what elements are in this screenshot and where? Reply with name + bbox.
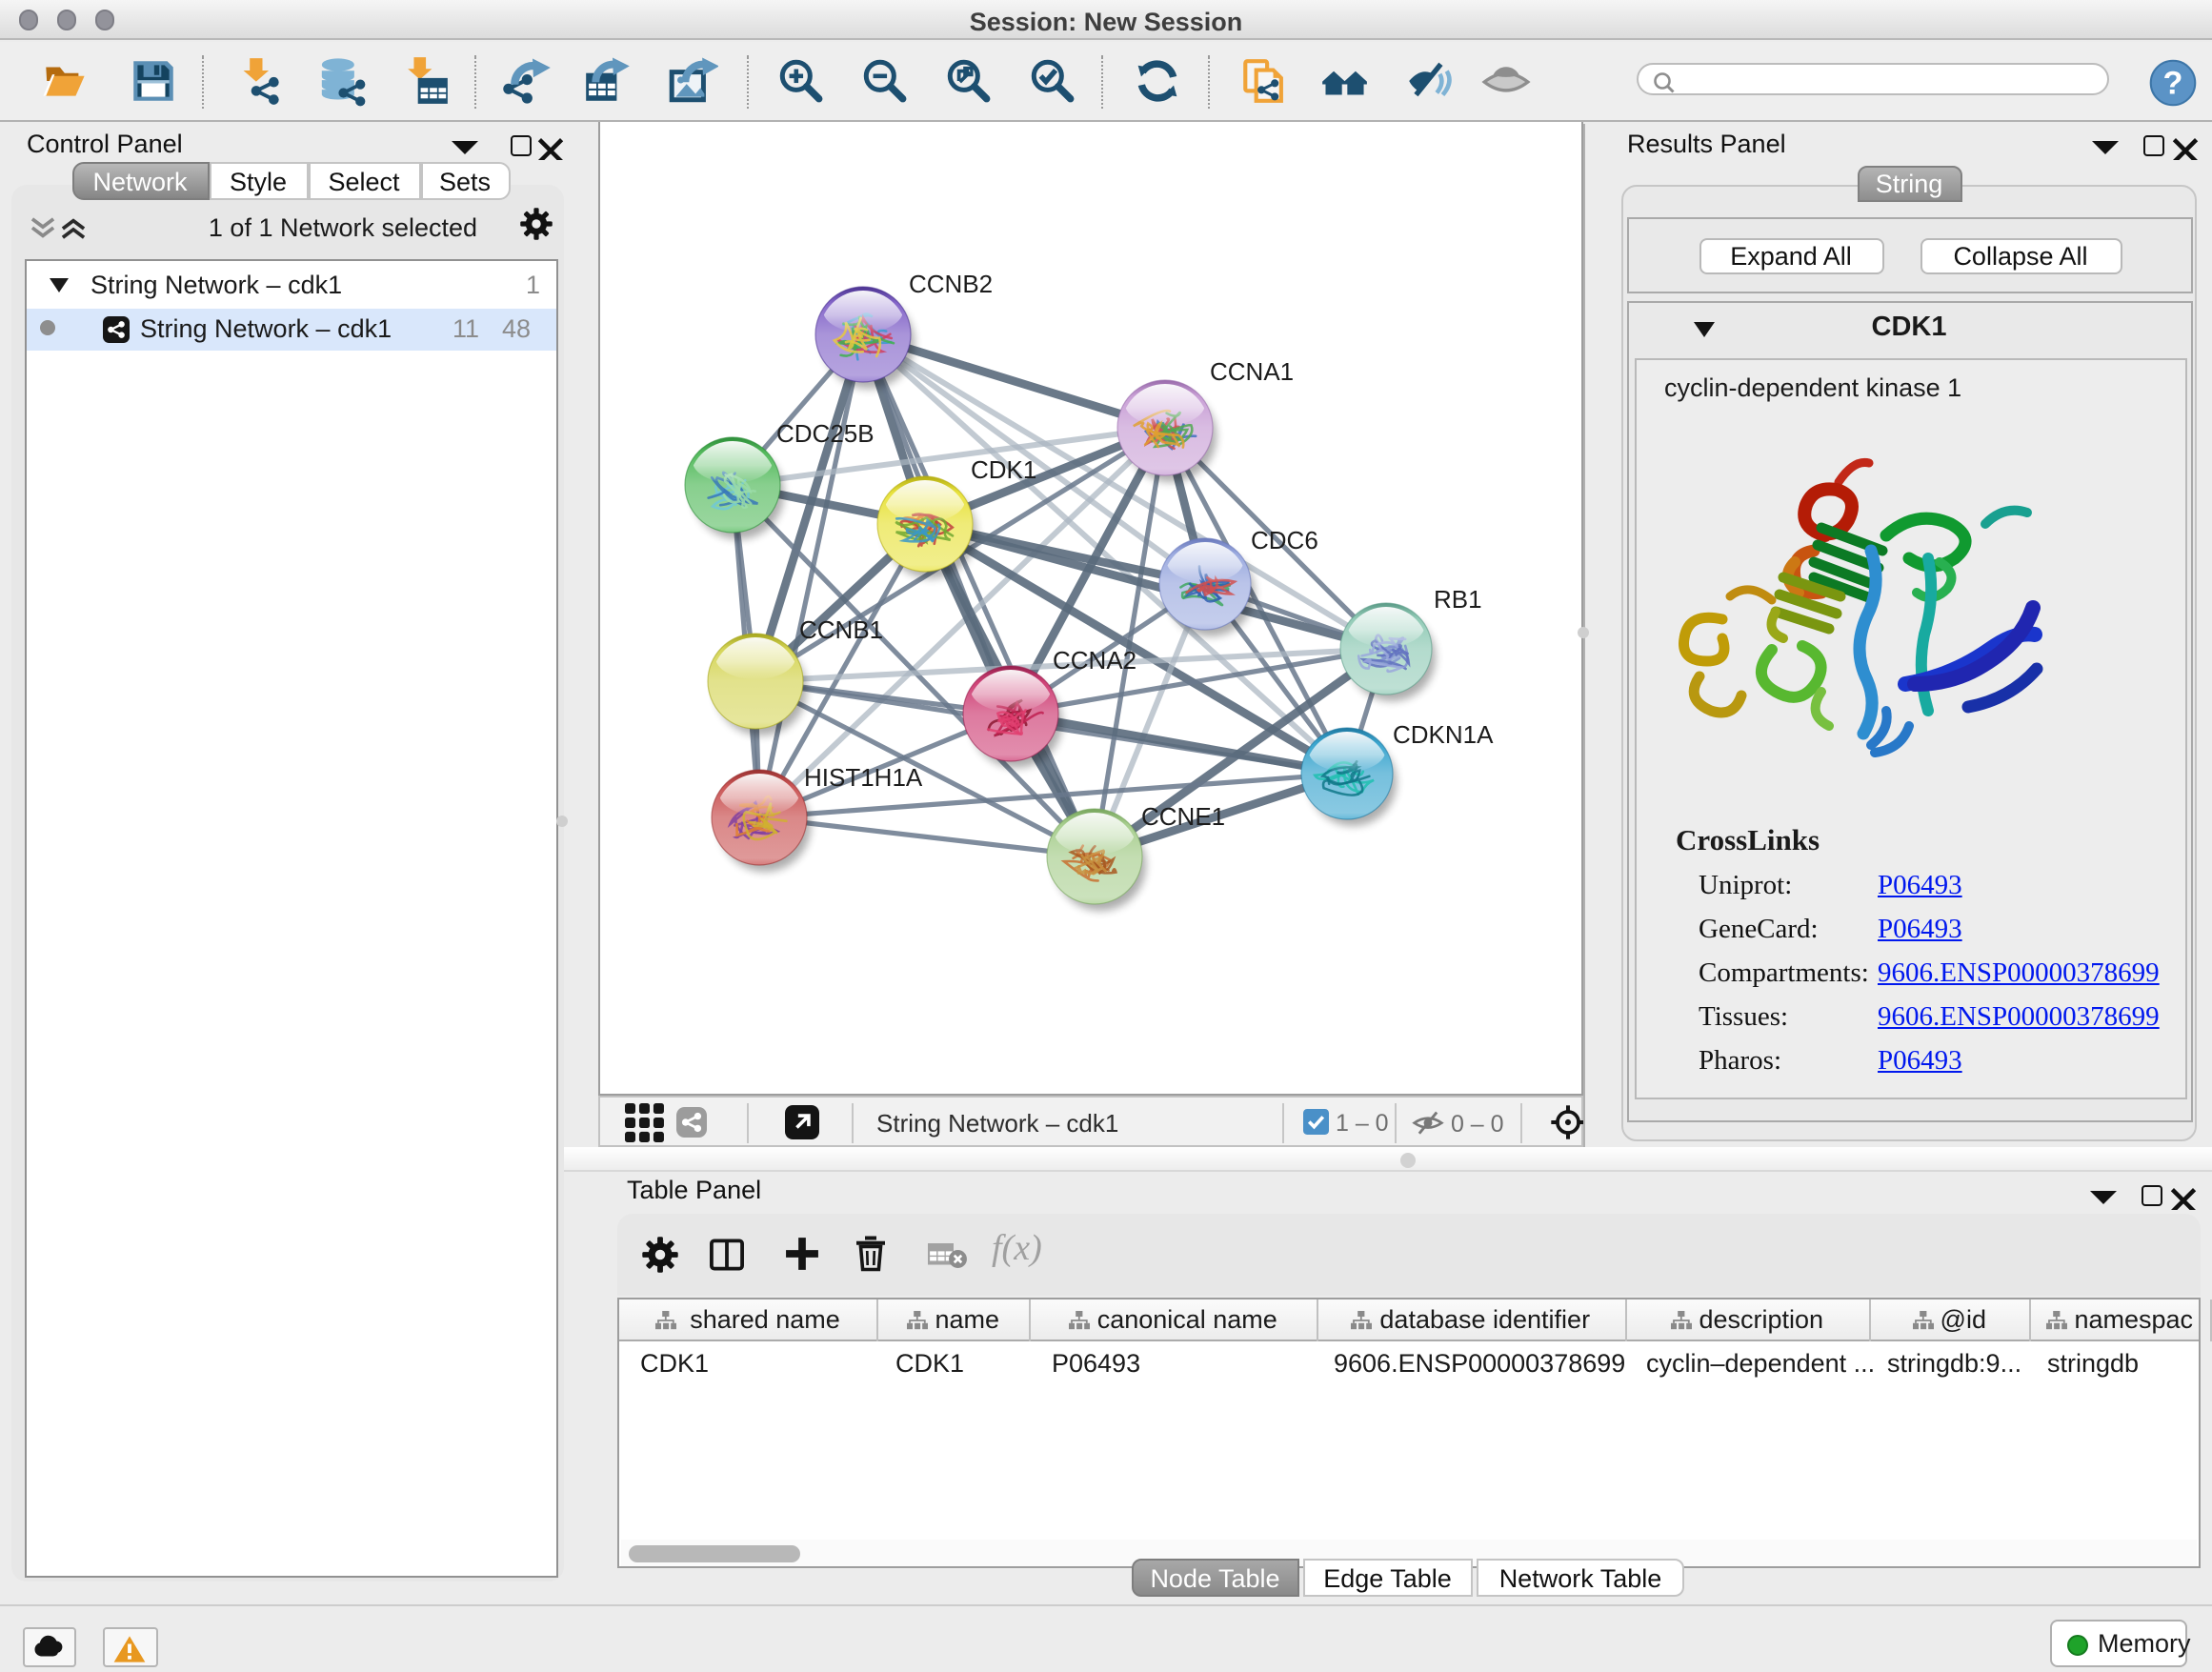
svg-text:HIST1H1A: HIST1H1A bbox=[804, 763, 923, 792]
svg-text:CDKN1A: CDKN1A bbox=[1393, 720, 1494, 749]
svg-text:CDC6: CDC6 bbox=[1251, 526, 1318, 554]
svg-text:?: ? bbox=[2163, 66, 2183, 102]
svg-text:CCNA1: CCNA1 bbox=[1210, 357, 1294, 386]
svg-text:CCNE1: CCNE1 bbox=[1141, 802, 1225, 831]
svg-text:CCNA2: CCNA2 bbox=[1053, 646, 1136, 675]
svg-text:RB1: RB1 bbox=[1434, 585, 1482, 614]
svg-text:CCNB2: CCNB2 bbox=[909, 270, 993, 298]
svg-text:CDC25B: CDC25B bbox=[776, 419, 875, 448]
svg-text:CDK1: CDK1 bbox=[971, 455, 1036, 484]
svg-text:CCNB1: CCNB1 bbox=[799, 615, 883, 644]
